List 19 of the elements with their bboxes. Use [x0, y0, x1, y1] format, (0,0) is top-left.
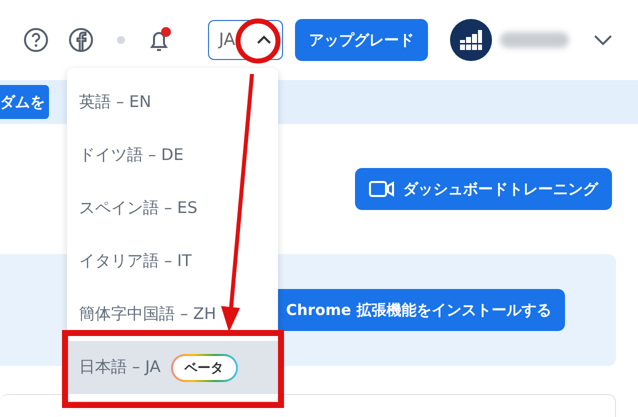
dot-icon [116, 36, 125, 44]
language-option[interactable]: スペイン語 – ES [67, 182, 278, 235]
video-icon [369, 180, 395, 198]
banner-button[interactable]: ダムを [0, 85, 49, 119]
language-option[interactable]: イタリア語 – IT [67, 235, 278, 288]
help-icon[interactable] [22, 27, 49, 53]
beta-badge: ベータ [170, 354, 238, 382]
upgrade-button[interactable]: アップグレード [295, 19, 428, 61]
chevron-icon [256, 35, 272, 45]
language-option[interactable]: ドイツ語 – DE [67, 129, 278, 182]
language-option[interactable]: 英語 – EN [67, 76, 278, 129]
training-button[interactable]: ダッシュボードトレーニング [355, 168, 612, 210]
avatar[interactable] [450, 19, 492, 61]
facebook-icon[interactable] [68, 27, 94, 53]
language-option[interactable]: 日本語 – JA ベータ [67, 341, 278, 394]
annotation-circle [234, 17, 282, 65]
blurred-name [500, 32, 569, 48]
bar-chart-icon [458, 30, 483, 50]
chevron-down-icon[interactable] [593, 34, 614, 46]
